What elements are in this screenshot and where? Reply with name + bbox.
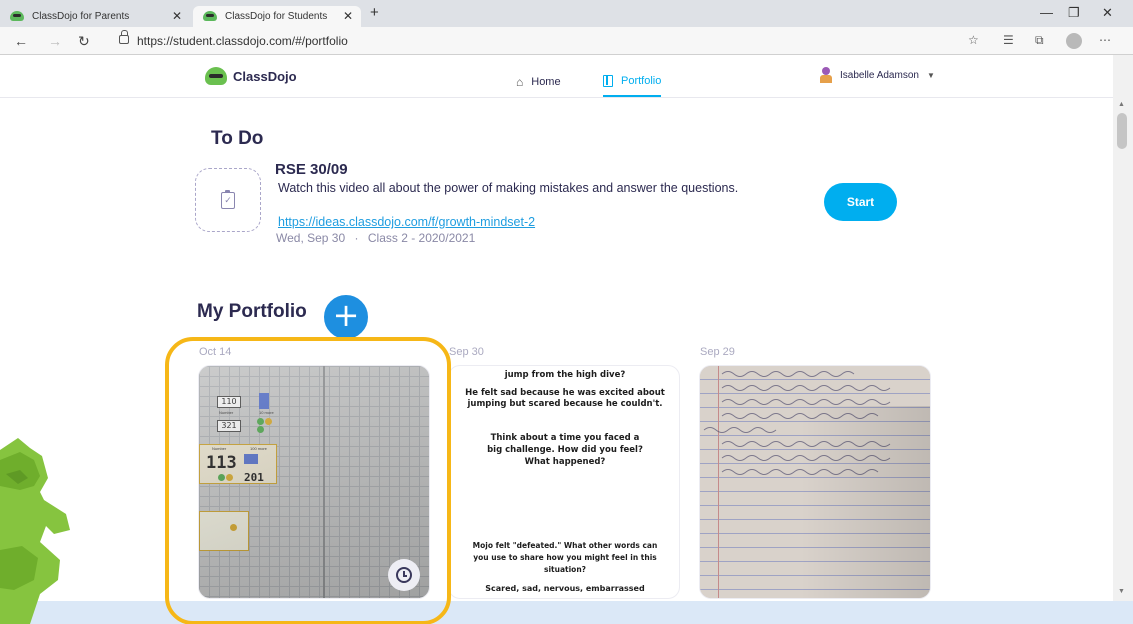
browser-tab-strip: ClassDojo for Parents ✕ ClassDojo for St… [0,0,1133,27]
maximize-icon[interactable]: ❐ [1068,5,1080,21]
house-icon: ⌂ [516,75,524,89]
profile-icon[interactable] [1066,33,1082,49]
todo-item-link[interactable]: https://ideas.classdojo.com/f/growth-min… [278,215,535,229]
chevron-down-icon: ▼ [926,70,935,80]
classdojo-favicon-icon [10,11,24,21]
scroll-down-icon[interactable]: ▼ [1118,588,1125,595]
nav-portfolio-label: Portfolio [621,75,662,87]
nav-home[interactable]: ⌂ Home [516,67,561,97]
worksheet-text: He felt sad because he was excited about… [465,388,665,409]
collections-icon[interactable]: ⧉ [1035,33,1044,48]
add-portfolio-item-button[interactable]: + [320,291,372,343]
todo-item-date: Wed, Sep 30 [276,231,346,245]
close-tab-icon[interactable]: ✕ [172,9,182,23]
tab-classdojo-parents[interactable]: ClassDojo for Parents ✕ [0,6,190,27]
portfolio-icon [603,75,613,87]
refresh-icon[interactable]: ↻ [78,33,90,50]
site-header: ClassDojo ⌂ Home Portfolio Isabelle Adam… [0,55,1113,98]
avatar [820,67,832,83]
worksheet-text: jump from the high dive? [504,370,626,380]
clipboard-check-icon: ✓ [221,189,235,209]
todo-item-title: RSE 30/09 [275,161,348,178]
tab-title: ClassDojo for Students [225,11,328,22]
worksheet-text: Scared, sad, nervous, embarrassed [485,584,645,593]
post-date: Sep 30 [449,346,484,358]
start-button[interactable]: Start [824,183,897,221]
nav-portfolio[interactable]: Portfolio [603,67,662,97]
portfolio-card-handwriting[interactable] [699,365,931,599]
close-tab-icon[interactable]: ✕ [343,9,353,23]
todo-item-meta: Wed, Sep 30 · Class 2 - 2020/2021 [276,231,475,245]
scrollbar-thumb[interactable] [1117,113,1127,149]
post-date: Sep 29 [700,346,735,358]
minimize-icon[interactable]: — [1040,5,1053,20]
tab-classdojo-students[interactable]: ClassDojo for Students ✕ [193,6,361,27]
nav-home-label: Home [531,76,561,88]
todo-item-description: Watch this video all about the power of … [278,181,739,195]
user-menu[interactable]: Isabelle Adamson ▼ [820,67,935,83]
close-icon[interactable]: ✕ [1102,5,1113,21]
worksheet-text: Mojo felt "defeated." What other words c… [472,541,658,574]
user-name: Isabelle Adamson [840,69,919,81]
favorites-list-icon[interactable]: ☰ [1003,33,1014,47]
scrollbar[interactable]: ▲ ▼ [1113,55,1133,601]
worksheet-text: Think about a time you faced a big chall… [487,433,643,467]
address-bar: ← → ↻ https://student.classdojo.com/#/po… [0,27,1133,55]
more-icon[interactable]: ⋯ [1099,33,1111,47]
back-arrow-icon[interactable]: ← [14,33,28,49]
todo-item-class: Class 2 - 2020/2021 [367,231,476,245]
meta-separator: · [354,231,359,245]
portfolio-card-reflection[interactable]: jump from the high dive? He felt sad bec… [448,365,680,599]
photo-shading [800,406,930,598]
portfolio-heading: My Portfolio [197,301,307,322]
classdojo-logo-icon[interactable] [205,67,227,85]
url-field[interactable]: https://student.classdojo.com/#/portfoli… [137,34,348,48]
new-tab-button[interactable]: + [370,4,379,21]
todo-heading: To Do [211,128,264,149]
todo-item-icon-box: ✓ [195,168,261,232]
favorite-star-icon[interactable]: ☆ [968,33,979,47]
mojo-monster-mascot-icon [0,438,70,624]
scroll-up-icon[interactable]: ▲ [1118,101,1125,108]
lock-icon [119,30,129,44]
tab-title: ClassDojo for Parents [32,11,130,22]
forward-arrow-icon[interactable]: → [48,33,62,49]
brand-name[interactable]: ClassDojo [233,69,297,84]
highlight-ring [165,337,451,624]
classdojo-favicon-icon [203,11,217,21]
